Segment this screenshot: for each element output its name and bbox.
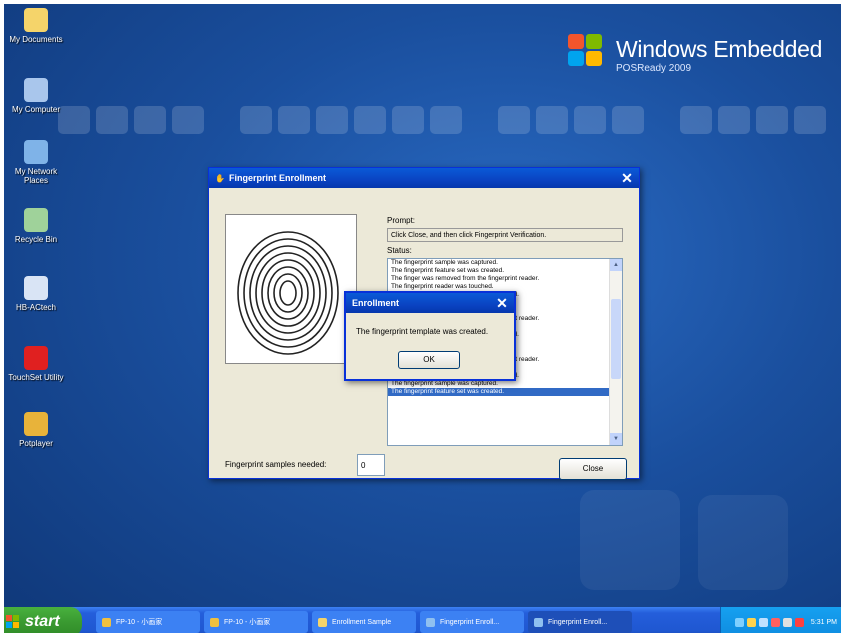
status-line[interactable]: The fingerprint sample was captured.	[388, 259, 610, 267]
close-icon[interactable]: ✕	[619, 170, 635, 186]
potplayer-icon	[24, 412, 48, 436]
status-line-selected[interactable]: The fingerprint feature set was created.	[388, 387, 610, 396]
brand-sub: POSReady 2009	[616, 63, 692, 74]
desktop-icon-label: HB-ACtech	[15, 303, 56, 312]
tray-icon[interactable]	[770, 617, 780, 627]
dialog-titlebar[interactable]: Enrollment ✕	[346, 293, 514, 313]
paint-icon	[102, 617, 111, 627]
samples-needed-label: Fingerprint samples needed:	[225, 460, 327, 469]
taskbar-item[interactable]: Fingerprint Enroll...	[420, 611, 524, 633]
desktop-decoration-panel	[698, 495, 788, 590]
scroll-thumb[interactable]	[611, 299, 621, 379]
start-button[interactable]: start	[0, 607, 82, 637]
start-label: start	[25, 613, 60, 630]
desktop-icon-label: TouchSet Utility	[8, 373, 64, 382]
desktop-icon-potplayer[interactable]: Potplayer	[6, 412, 66, 448]
desktop-decoration	[58, 106, 826, 134]
fingerprint-app-icon	[426, 617, 435, 627]
taskbar-item-label: Fingerprint Enroll...	[548, 618, 608, 626]
desktop-icon-label: Recycle Bin	[14, 235, 58, 244]
taskbar-item[interactable]: FP-10 - 小画家	[96, 611, 200, 633]
folder-icon	[318, 617, 327, 627]
dialog-title: Enrollment	[352, 298, 400, 308]
status-line[interactable]: The fingerprint feature set was created.	[388, 267, 610, 275]
window-icon: ✋	[215, 173, 225, 183]
clock[interactable]: 5:31 PM	[811, 619, 837, 626]
scroll-up-icon[interactable]: ▲	[610, 259, 622, 271]
folder-icon	[24, 8, 48, 32]
taskbar-item-label: FP-10 - 小画家	[224, 619, 271, 626]
desktop-icon-recycle-bin[interactable]: Recycle Bin	[6, 208, 66, 244]
desktop-icon-label: Potplayer	[19, 439, 53, 448]
fingerprint-app-icon	[534, 617, 543, 627]
taskbar: start FP-10 - 小画家 FP-10 - 小画家 Enrollment…	[0, 607, 845, 637]
desktop-icon-hb-actech[interactable]: HB-ACtech	[6, 276, 66, 312]
brand-name: Windows Embedded	[616, 36, 823, 62]
taskbar-item-label: FP-10 - 小画家	[116, 619, 163, 626]
tray-icon[interactable]	[758, 617, 768, 627]
tray-icon[interactable]	[734, 617, 744, 627]
paint-icon	[210, 617, 219, 627]
prompt-label: Prompt:	[387, 216, 416, 225]
taskbar-item-active[interactable]: Fingerprint Enroll...	[528, 611, 632, 633]
windows-flag-icon	[6, 615, 20, 629]
ok-button[interactable]: OK	[398, 351, 460, 369]
status-scrollbar[interactable]: ▲ ▼	[609, 259, 622, 445]
desktop-icon-my-documents[interactable]: My Documents	[6, 8, 66, 44]
desktop-icon-network-places[interactable]: My Network Places	[6, 140, 66, 185]
computer-icon	[24, 78, 48, 102]
desktop-icon-label: My Documents	[9, 35, 63, 44]
desktop-icon-my-computer[interactable]: My Computer	[6, 78, 66, 114]
application-icon	[24, 276, 48, 300]
status-line[interactable]: The finger was removed from the fingerpr…	[388, 275, 610, 283]
enrollment-dialog: Enrollment ✕ The fingerprint template wa…	[344, 291, 516, 381]
touchset-icon	[24, 346, 48, 370]
windows-flag-icon	[568, 34, 606, 70]
network-icon	[24, 140, 48, 164]
scroll-down-icon[interactable]: ▼	[610, 433, 622, 445]
fingerprint-icon	[226, 215, 356, 355]
system-tray: 5:31 PM	[720, 607, 845, 637]
close-icon[interactable]: ✕	[494, 295, 510, 311]
samples-needed-field: 0	[357, 454, 385, 476]
status-label: Status:	[387, 246, 412, 255]
tray-icon[interactable]	[782, 617, 792, 627]
recycle-bin-icon	[24, 208, 48, 232]
desktop-decoration-panel	[580, 490, 680, 590]
desktop-icon-label: My Network Places	[14, 167, 58, 185]
fingerprint-image	[225, 214, 357, 364]
status-line[interactable]: The fingerprint reader was touched.	[388, 283, 610, 291]
window-titlebar[interactable]: ✋ Fingerprint Enrollment ✕	[209, 168, 639, 188]
taskbar-item[interactable]: Enrollment Sample	[312, 611, 416, 633]
desktop-icon-touchset[interactable]: TouchSet Utility	[6, 346, 66, 382]
close-button[interactable]: Close	[559, 458, 627, 480]
taskbar-item-label: Enrollment Sample	[332, 618, 392, 626]
prompt-text: Click Close, and then click Fingerprint …	[387, 228, 623, 242]
window-title: Fingerprint Enrollment	[228, 173, 326, 183]
tray-icon[interactable]	[794, 617, 804, 627]
desktop-icon-label: My Computer	[11, 105, 60, 114]
tray-icon[interactable]	[746, 617, 756, 627]
dialog-message: The fingerprint template was created.	[356, 327, 489, 336]
taskbar-item-label: Fingerprint Enroll...	[440, 618, 500, 626]
taskbar-item[interactable]: FP-10 - 小画家	[204, 611, 308, 633]
